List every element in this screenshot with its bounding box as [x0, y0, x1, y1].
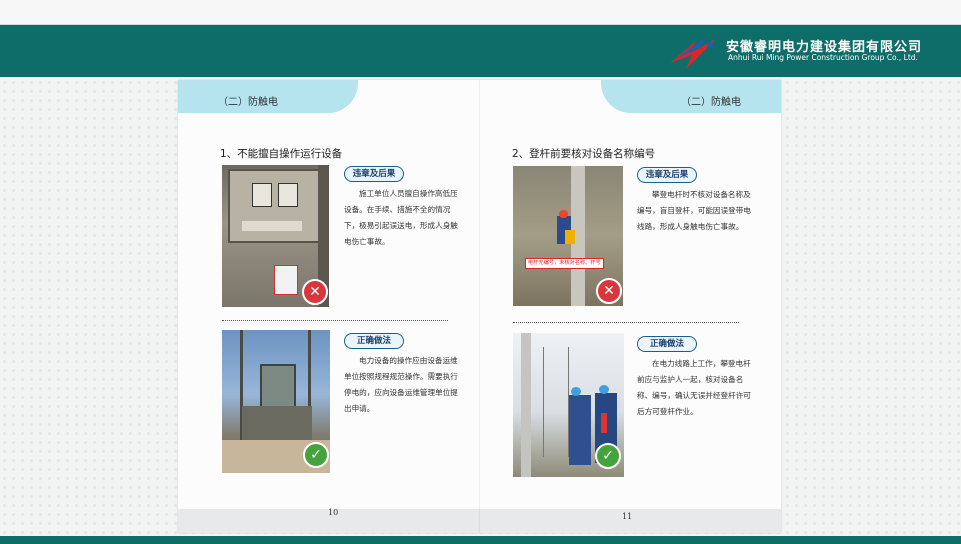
cross-mark-icon: ✕	[596, 278, 622, 304]
violation-text: 施工单位人员擅自操作高低压设备。在手续、措施不全的情况下，极易引起误送电，形成人…	[344, 189, 458, 246]
bottom-bar	[0, 536, 961, 544]
right-page-number: 11	[622, 512, 633, 521]
photo-warning-label: 电杆无编号，未核对名称、杆号	[525, 258, 604, 269]
violation-label: 违章及后果	[344, 166, 404, 182]
correct-text: 在电力线路上工作，攀登电杆前应与监护人一起，核对设备名称、编号，确认无误并经登杆…	[637, 359, 751, 416]
violation-label: 违章及后果	[637, 167, 697, 183]
left-page: （二）防触电 1、不能擅自操作运行设备 ✕ 违章及后果 施工单位人员擅自操作高低…	[178, 80, 480, 533]
left-page-number: 10	[328, 508, 339, 517]
check-mark-icon: ✓	[595, 443, 621, 469]
correct-label: 正确做法	[344, 333, 404, 349]
company-logo	[670, 37, 716, 69]
top-strip	[0, 0, 961, 25]
right-page: （二）防触电 2、登杆前要核对设备名称编号 电杆无编号，未核对名称、杆号 ✕ 违…	[480, 80, 781, 533]
cross-mark-icon: ✕	[302, 279, 328, 305]
correct-label: 正确做法	[637, 336, 697, 352]
violation-text: 攀登电杆时不核对设备名称及编号，盲目登杆，可能因误登带电线路，形成人身触电伤亡事…	[637, 190, 751, 231]
divider	[513, 322, 739, 323]
right-section-title: 2、登杆前要核对设备名称编号	[512, 148, 656, 160]
divider	[222, 320, 448, 321]
left-section-title: 1、不能擅自操作运行设备	[220, 148, 343, 160]
right-band-title: （二）防触电	[681, 97, 741, 108]
company-name-en: Anhui Rui Ming Power Construction Group …	[728, 53, 918, 62]
correct-text: 电力设备的操作应由设备运维单位按照规程规范操作。需要执行停电的，应向设备运维管理…	[344, 356, 458, 413]
left-band-title: （二）防触电	[218, 97, 278, 108]
check-mark-icon: ✓	[303, 442, 329, 468]
